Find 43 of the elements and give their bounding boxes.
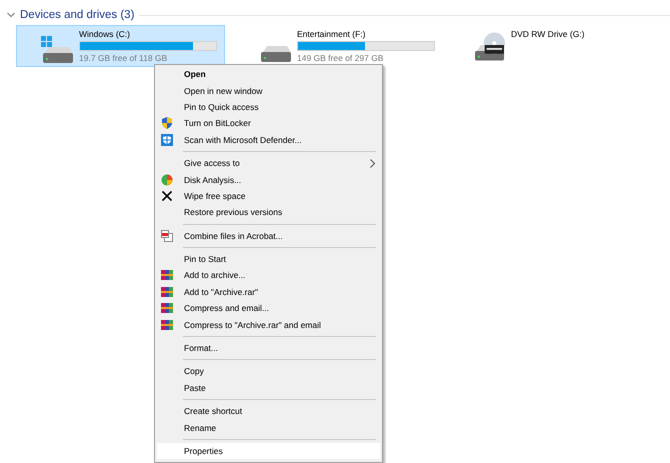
drive-name: Entertainment (F:) <box>297 29 366 39</box>
archive-books-icon <box>161 318 173 331</box>
menu-item[interactable]: Add to archive... <box>157 267 380 284</box>
menu-item[interactable]: Restore previous versions <box>157 204 380 221</box>
menu-item[interactable]: Disk Analysis... <box>157 171 380 188</box>
defender-shield-icon <box>161 134 173 146</box>
menu-item[interactable]: Compress and email... <box>157 300 380 316</box>
drive-tile[interactable]: Entertainment (F:) 149 GB free of 297 GB <box>258 25 438 67</box>
menu-item[interactable]: Wipe free space <box>157 188 380 204</box>
drive-tile[interactable]: Windows (C:) 19.7 GB free of 118 GB <box>16 25 225 67</box>
menu-item[interactable]: Properties <box>157 442 380 460</box>
dvd-drive-icon <box>475 32 505 61</box>
menu-item[interactable]: Compress to "Archive.rar" and email <box>157 316 380 333</box>
hard-drive-icon <box>261 46 291 62</box>
drive-tile[interactable]: DVD RW Drive (G:) <box>472 25 588 67</box>
menu-item[interactable]: Copy <box>157 363 380 380</box>
free-space-text: 19.7 GB free of 118 GB <box>79 53 168 63</box>
menu-item[interactable]: Pin to Quick access <box>157 98 380 116</box>
group-title: Devices and drives (3) <box>20 9 134 21</box>
shield-icon <box>161 117 173 130</box>
menu-item[interactable]: Rename <box>157 419 380 436</box>
menu-item[interactable]: Open in new window <box>157 82 380 99</box>
archive-books-icon <box>161 286 173 298</box>
menu-item[interactable]: Create shortcut <box>157 403 380 420</box>
menu-item[interactable]: Combine files in Acrobat... <box>157 228 380 244</box>
pie-chart-icon <box>161 174 173 186</box>
drive-name: Windows (C:) <box>79 29 132 39</box>
menu-item[interactable]: Open <box>157 66 380 82</box>
menu-item[interactable]: Scan with Microsoft Defender... <box>157 132 380 148</box>
menu-item[interactable]: Paste <box>157 380 380 396</box>
windows-drive-icon <box>41 36 73 63</box>
free-space-text: 149 GB free of 297 GB <box>297 53 384 63</box>
acrobat-files-icon <box>161 230 173 242</box>
menu-item[interactable]: Pin to Start <box>157 250 380 268</box>
archive-books-icon <box>161 269 173 282</box>
drive-name: DVD RW Drive (G:) <box>511 29 585 39</box>
archive-books-icon <box>161 302 173 314</box>
menu-item[interactable]: Give access to <box>157 154 380 172</box>
menu-item[interactable]: Format... <box>157 340 380 356</box>
menu-item[interactable]: Turn on BitLocker <box>157 115 380 132</box>
cross-icon <box>161 190 173 202</box>
menu-item[interactable]: Add to "Archive.rar" <box>157 284 380 300</box>
chevron-down-icon[interactable] <box>7 12 15 18</box>
